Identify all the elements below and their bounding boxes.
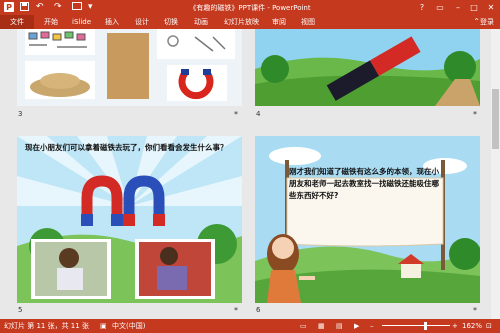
- slide-star-3: *: [234, 110, 238, 119]
- slide-thumbnail-4[interactable]: [255, 29, 480, 106]
- fit-slide-icon[interactable]: ⊡: [486, 322, 492, 331]
- status-bar: 幻灯片 第 11 张，共 11 张 ▣ 中文(中国) ▭ ▦ ▤ ▶ – + 1…: [0, 319, 500, 333]
- zoom-in-icon[interactable]: +: [452, 322, 458, 331]
- zoom-out-icon[interactable]: –: [370, 322, 374, 331]
- slideshow-view-icon[interactable]: ▶: [354, 322, 359, 331]
- tab-islide[interactable]: iSlide: [72, 17, 91, 27]
- slide-count-status: 幻灯片 第 11 张，共 11 张: [4, 322, 89, 330]
- collapse-ribbon-icon[interactable]: ⌃: [473, 17, 480, 26]
- tab-review[interactable]: 审阅: [272, 17, 286, 27]
- slide-number-4: 4: [256, 110, 261, 118]
- title-bar: P ↶ ↷ ▾ 《有趣的磁铁》PPT课件 - PowerPoint ? ▭ – …: [0, 0, 500, 15]
- tab-view[interactable]: 视图: [301, 17, 315, 27]
- slide-sorter: 3 * 4 * 现在小朋友们可以拿着磁铁去玩了，你们看看会发生什么事？ 5 * …: [0, 29, 500, 319]
- slide-thumbnail-6[interactable]: 刚才我们知道了磁铁有这么多的本领，现在小朋友和老师一起去教室找一找磁铁还能吸住哪…: [255, 136, 480, 303]
- tab-slideshow[interactable]: 幻灯片放映: [224, 17, 259, 27]
- spellcheck-icon[interactable]: ▣: [100, 322, 107, 331]
- slide-star-6: *: [473, 306, 477, 315]
- tab-transitions[interactable]: 切换: [164, 17, 178, 27]
- slide-thumbnail-5[interactable]: 现在小朋友们可以拿着磁铁去玩了，你们看看会发生什么事？: [17, 136, 242, 303]
- vertical-scrollbar[interactable]: [491, 29, 500, 319]
- slide-6-background: [255, 136, 480, 303]
- close-button[interactable]: ✕: [483, 1, 499, 14]
- slide-sorter-view-icon[interactable]: ▦: [318, 322, 325, 331]
- scrollbar-thumb[interactable]: [492, 89, 499, 149]
- slide-star-5: *: [234, 306, 238, 315]
- tab-animations[interactable]: 动画: [194, 17, 208, 27]
- slide-4-illustration: [255, 29, 480, 106]
- tab-design[interactable]: 设计: [135, 17, 149, 27]
- slide-5-text: 现在小朋友们可以拿着磁铁去玩了，你们看看会发生什么事？: [25, 143, 228, 152]
- ribbon-display-button[interactable]: ▭: [432, 1, 448, 14]
- slide-3-illustration: [17, 29, 242, 106]
- maximize-button[interactable]: □: [466, 1, 482, 14]
- tab-home[interactable]: 开始: [44, 17, 58, 27]
- slide-5-background: [17, 136, 242, 303]
- login-link[interactable]: 登录: [480, 17, 494, 27]
- tab-insert[interactable]: 插入: [105, 17, 119, 27]
- slide-6-text: 刚才我们知道了磁铁有这么多的本领，现在小朋友和老师一起去教室找一找磁铁还能吸住哪…: [289, 167, 439, 200]
- zoom-level[interactable]: 162%: [462, 322, 482, 331]
- slide-number-5: 5: [18, 306, 23, 314]
- language-status[interactable]: 中文(中国): [112, 322, 145, 331]
- tab-file[interactable]: 文件: [0, 15, 34, 29]
- normal-view-icon[interactable]: ▭: [300, 322, 307, 331]
- reading-view-icon[interactable]: ▤: [336, 322, 343, 331]
- slide-thumbnail-3[interactable]: [17, 29, 242, 106]
- zoom-slider-handle[interactable]: [424, 322, 427, 330]
- ribbon-tabs: 文件 开始 iSlide 插入 设计 切换 动画 幻灯片放映 审阅 视图 ⌃ 登…: [0, 15, 500, 29]
- slide-star-4: *: [473, 110, 477, 119]
- zoom-slider-track[interactable]: [382, 325, 450, 326]
- slide-number-6: 6: [256, 306, 261, 314]
- help-button[interactable]: ?: [414, 1, 430, 14]
- minimize-button[interactable]: –: [450, 1, 466, 14]
- slide-number-3: 3: [18, 110, 23, 118]
